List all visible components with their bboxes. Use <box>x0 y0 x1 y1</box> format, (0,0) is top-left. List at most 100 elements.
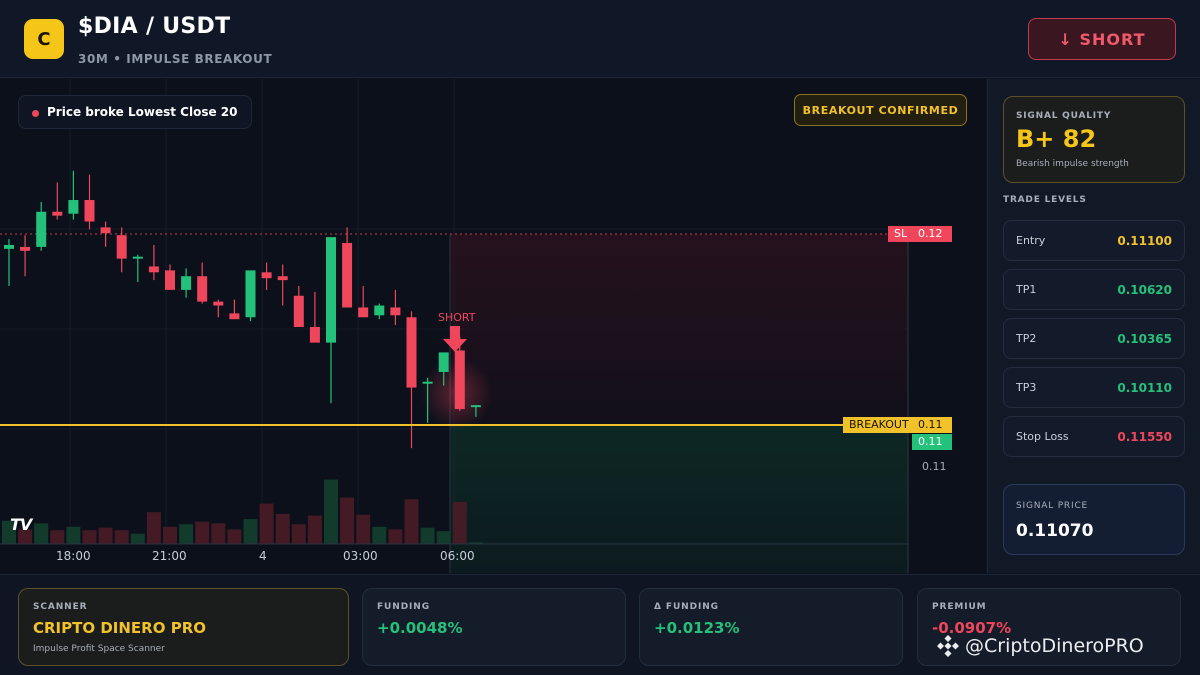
signal-info-text: Price broke Lowest Close 20 <box>47 105 238 119</box>
volume-bar <box>340 497 355 544</box>
candle-body <box>293 295 304 328</box>
candle-body <box>116 235 127 259</box>
volume-bar <box>324 479 338 544</box>
level-row-tp2: TP2 0.10365 <box>1003 318 1185 359</box>
candle-body <box>326 237 336 343</box>
candle <box>213 299 224 318</box>
volume-bar <box>275 513 290 544</box>
short-button[interactable]: ↓ SHORT <box>1028 18 1176 60</box>
stoploss-zone <box>450 234 908 425</box>
watermark: @CriptoDineroPRO <box>937 635 1144 657</box>
level-row-tp1: TP1 0.10620 <box>1003 269 1185 310</box>
signal-price-value: 0.11070 <box>1016 521 1094 541</box>
volume-bar <box>356 514 371 544</box>
candle-body <box>100 227 111 234</box>
candle-body <box>277 276 288 281</box>
level-name: TP2 <box>1016 332 1037 345</box>
volume-bars <box>2 479 483 544</box>
volume-bar <box>211 523 226 544</box>
level-price: 0.10365 <box>1117 332 1172 346</box>
candle-body <box>245 270 256 318</box>
time-label: 03:00 <box>343 549 378 563</box>
candle <box>36 201 47 251</box>
candle <box>358 285 369 318</box>
volume-bar <box>243 519 258 544</box>
breakout-confirmed-badge: BREAKOUT CONFIRMED <box>794 94 967 126</box>
candle <box>374 303 385 320</box>
delta-funding-label: Δ FUNDING <box>654 602 719 612</box>
candle <box>261 262 272 290</box>
chart-canvas <box>0 79 912 573</box>
volume-bar <box>163 526 177 544</box>
candle <box>148 244 159 281</box>
level-row-entry: Entry 0.11100 <box>1003 220 1185 261</box>
candle-body <box>148 266 159 273</box>
price-chart[interactable]: Price broke Lowest Close 20 BREAKOUT CON… <box>0 79 986 573</box>
candle <box>342 227 353 308</box>
delta-funding-card: Δ FUNDING +0.0123% <box>639 588 903 666</box>
candle <box>84 174 95 230</box>
candle <box>132 254 143 283</box>
level-price: 0.11100 <box>1117 234 1172 248</box>
stats-bar: SCANNER CRIPTO DINERO PRO Impulse Profit… <box>0 574 1200 675</box>
tradingview-logo-icon: TV <box>10 515 32 534</box>
volume-bar <box>452 501 467 544</box>
candle <box>197 262 208 304</box>
volume-bar <box>436 531 451 544</box>
volume-bar <box>82 530 97 544</box>
candle-body <box>358 307 369 318</box>
scanner-card: SCANNER CRIPTO DINERO PRO Impulse Profit… <box>18 588 349 666</box>
scanner-label: SCANNER <box>33 602 88 612</box>
candle-body <box>229 313 240 320</box>
volume-bar <box>388 529 403 544</box>
candle-body <box>454 350 465 410</box>
time-label: 06:00 <box>440 549 475 563</box>
candle <box>100 221 111 247</box>
level-price: 0.10620 <box>1117 283 1172 297</box>
candle <box>181 268 192 298</box>
premium-label: PREMIUM <box>932 602 987 612</box>
candle-body <box>68 200 79 214</box>
candle <box>309 291 320 343</box>
takeprofit-zone <box>450 425 908 573</box>
volume-bar <box>291 524 306 544</box>
level-price: 0.11550 <box>1117 430 1172 444</box>
candle-body <box>438 352 449 372</box>
signal-info-pill: Price broke Lowest Close 20 <box>18 95 253 129</box>
funding-label: FUNDING <box>377 602 431 612</box>
level-name: Stop Loss <box>1016 430 1069 443</box>
candle <box>229 299 240 320</box>
candle-body <box>422 381 433 384</box>
trade-levels-title: TRADE LEVELS <box>1003 195 1087 205</box>
volume-bar <box>404 499 419 544</box>
candle-body <box>261 272 272 279</box>
volume-bar <box>227 529 242 544</box>
scanner-name: CRIPTO DINERO PRO <box>33 619 206 637</box>
candle <box>4 239 14 286</box>
candle-body <box>470 405 481 408</box>
stoploss-tag: SL <box>888 226 914 242</box>
level-name: TP3 <box>1016 381 1037 394</box>
volume-bar <box>179 524 194 544</box>
volume-bar <box>98 527 113 544</box>
candle-body <box>390 307 401 316</box>
candle-body <box>342 243 353 308</box>
signal-price-card: SIGNAL PRICE 0.11070 <box>1003 484 1185 555</box>
candle <box>52 182 63 220</box>
volume-bar <box>34 523 49 544</box>
volume-bar <box>307 515 322 544</box>
breakout-tag: BREAKOUT <box>843 417 915 433</box>
current-price-tag: 0.11 <box>912 434 952 450</box>
alert-dot-icon <box>32 110 39 117</box>
stoploss-price-tag: 0.12 <box>912 226 952 242</box>
funding-value: +0.0048% <box>377 619 463 637</box>
candle <box>245 270 256 322</box>
volume-bar <box>420 527 435 544</box>
time-label: 21:00 <box>152 549 187 563</box>
timeframe-subtitle: 30M • IMPULSE BREAKOUT <box>78 52 273 66</box>
signal-quality-value: B+ 82 <box>1016 125 1097 153</box>
candle <box>293 285 304 328</box>
level-name: TP1 <box>1016 283 1037 296</box>
volume-bar <box>146 512 161 544</box>
candle-body <box>181 276 192 290</box>
